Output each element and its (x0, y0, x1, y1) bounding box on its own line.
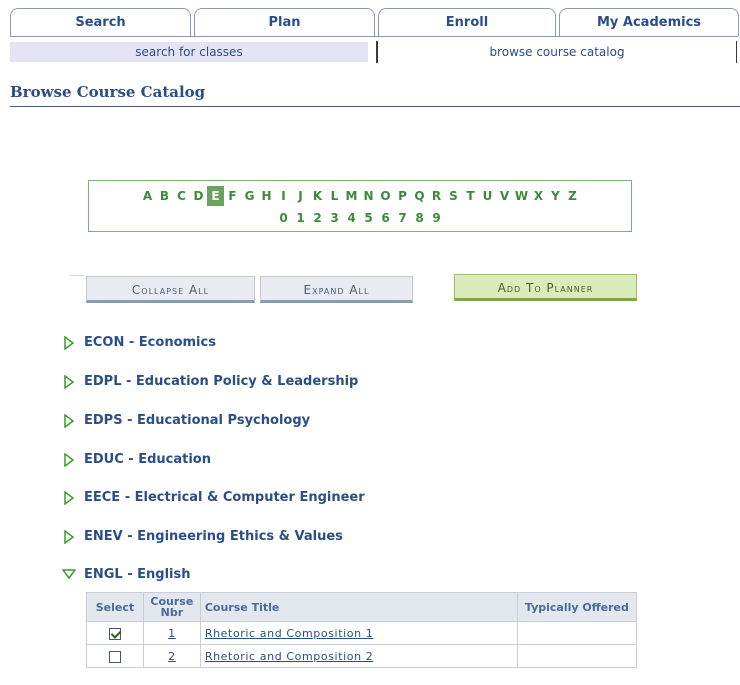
letter-link-u[interactable]: U (479, 186, 496, 206)
digit-link-2[interactable]: 2 (309, 208, 326, 228)
letter-link-g[interactable]: G (241, 186, 258, 206)
letter-link-f[interactable]: F (224, 186, 241, 206)
course-title-cell: Rhetoric and Composition 1 (199, 621, 518, 645)
page-title: Browse Course Catalog (10, 83, 206, 101)
course-title-link[interactable]: Rhetoric and Composition 1 (205, 627, 374, 640)
expand-all-button[interactable]: Expand All (260, 276, 413, 303)
letter-row: ABCDEFGHIJKLMNOPQRSTUVWXYZ (89, 185, 631, 206)
tab-plan[interactable]: Plan (194, 8, 375, 36)
digit-link-1[interactable]: 1 (292, 208, 309, 228)
letter-link-v[interactable]: V (496, 186, 513, 206)
letter-link-x[interactable]: X (530, 186, 547, 206)
select-cell (86, 621, 144, 645)
letter-link-n[interactable]: N (360, 186, 377, 206)
letter-link-h[interactable]: H (258, 186, 275, 206)
digit-link-0[interactable]: 0 (275, 208, 292, 228)
column-header-course-title[interactable]: Course Title (199, 592, 518, 622)
letter-link-e[interactable]: E (207, 186, 224, 206)
course-nbr-cell: 2 (142, 644, 201, 668)
letter-link-r[interactable]: R (428, 186, 445, 206)
letter-link-y[interactable]: Y (547, 186, 564, 206)
tab-divider (10, 36, 738, 37)
button-bar-divider (70, 275, 84, 276)
course-title-cell: Rhetoric and Composition 2 (199, 644, 518, 668)
letter-link-c[interactable]: C (173, 186, 190, 206)
digit-link-5[interactable]: 5 (360, 208, 377, 228)
expand-triangle-icon[interactable] (64, 375, 74, 389)
subnav-search-for-classes[interactable]: search for classes (10, 42, 368, 62)
letter-link-s[interactable]: S (445, 186, 462, 206)
collapse-all-button[interactable]: Collapse All (86, 276, 255, 303)
typically-offered-cell (516, 644, 638, 668)
typically-offered-cell (516, 621, 638, 645)
expand-triangle-icon[interactable] (64, 453, 74, 467)
subject-label[interactable]: EDUC - Education (84, 452, 211, 467)
course-title-link[interactable]: Rhetoric and Composition 2 (205, 650, 374, 663)
letter-link-k[interactable]: K (309, 186, 326, 206)
subject-label[interactable]: EDPL - Education Policy & Leadership (84, 374, 358, 389)
letter-link-p[interactable]: P (394, 186, 411, 206)
select-cell (86, 644, 144, 668)
letter-link-w[interactable]: W (513, 186, 530, 206)
course-nbr-cell: 1 (142, 621, 201, 645)
expand-triangle-icon[interactable] (64, 491, 74, 505)
main-tabs: Search Plan Enroll My Academics (10, 8, 739, 38)
course-select-checkbox[interactable] (108, 650, 121, 663)
expand-triangle-icon[interactable] (64, 530, 74, 544)
letter-link-d[interactable]: D (190, 186, 207, 206)
sub-navigation: search for classes browse course catalog (10, 40, 738, 64)
course-nbr-link[interactable]: 1 (168, 627, 176, 640)
subnav-separator (376, 41, 378, 63)
subnav-browse-course-catalog[interactable]: browse course catalog (382, 42, 732, 62)
expand-triangle-icon[interactable] (64, 336, 74, 350)
collapse-triangle-icon[interactable] (62, 569, 76, 579)
column-header-course-nbr[interactable]: Course Nbr (142, 592, 201, 622)
letter-link-o[interactable]: O (377, 186, 394, 206)
digit-link-8[interactable]: 8 (411, 208, 428, 228)
digit-link-4[interactable]: 4 (343, 208, 360, 228)
digit-link-6[interactable]: 6 (377, 208, 394, 228)
subject-label[interactable]: EECE - Electrical & Computer Engineer (84, 490, 365, 505)
letter-link-q[interactable]: Q (411, 186, 428, 206)
subject-label[interactable]: ENEV - Engineering Ethics & Values (84, 529, 343, 544)
table-header-row: Select Course Nbr Course Title Typically… (86, 592, 638, 622)
digit-link-9[interactable]: 9 (428, 208, 445, 228)
letter-link-j[interactable]: J (292, 186, 309, 206)
tab-enroll[interactable]: Enroll (378, 8, 556, 36)
column-header-typically-offered[interactable]: Typically Offered (516, 592, 638, 622)
letter-link-i[interactable]: I (275, 186, 292, 206)
course-nbr-link[interactable]: 2 (168, 650, 176, 663)
digit-link-3[interactable]: 3 (326, 208, 343, 228)
subject-label[interactable]: ENGL - English (84, 567, 191, 582)
letter-link-z[interactable]: Z (564, 186, 581, 206)
letter-link-t[interactable]: T (462, 186, 479, 206)
letter-link-l[interactable]: L (326, 186, 343, 206)
digit-row: 0123456789 (89, 207, 631, 228)
add-to-planner-button[interactable]: Add To Planner (454, 274, 637, 301)
tab-search[interactable]: Search (10, 8, 191, 36)
letter-link-b[interactable]: B (156, 186, 173, 206)
title-divider (10, 106, 740, 107)
course-select-checkbox[interactable] (108, 627, 121, 640)
table-row: 2 Rhetoric and Composition 2 (86, 644, 638, 668)
table-row: 1 Rhetoric and Composition 1 (86, 621, 638, 645)
letter-link-a[interactable]: A (139, 186, 156, 206)
subject-label[interactable]: ECON - Economics (84, 335, 216, 350)
digit-link-7[interactable]: 7 (394, 208, 411, 228)
column-header-select: Select (86, 592, 144, 622)
subject-label[interactable]: EDPS - Educational Psychology (84, 413, 310, 428)
tab-my-academics[interactable]: My Academics (559, 8, 739, 36)
expand-triangle-icon[interactable] (64, 414, 74, 428)
alphabet-filter: ABCDEFGHIJKLMNOPQRSTUVWXYZ 0123456789 (88, 180, 632, 232)
course-table: Select Course Nbr Course Title Typically… (86, 592, 638, 668)
letter-link-m[interactable]: M (343, 186, 360, 206)
subnav-separator (736, 41, 737, 63)
